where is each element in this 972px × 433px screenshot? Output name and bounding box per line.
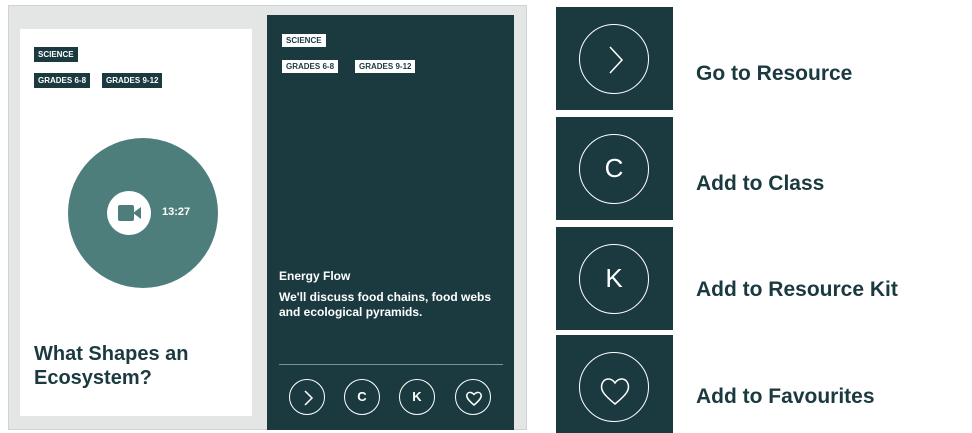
subject-tag: SCIENCE	[34, 47, 78, 62]
legend-class-ring: C	[579, 134, 649, 204]
resource-card-back: SCIENCE GRADES 6-8 GRADES 9-12 Energy Fl…	[267, 15, 514, 430]
chevron-right-icon	[304, 390, 314, 406]
legend-label-go: Go to Resource	[696, 62, 853, 85]
legend-class-tile: C	[556, 117, 673, 220]
legend-label-class: Add to Class	[696, 172, 825, 195]
resource-title: What Shapes an Ecosystem?	[34, 343, 189, 389]
legend-go-tile	[556, 7, 673, 110]
video-duration: 13:27	[162, 206, 191, 218]
grade-tag: GRADES 6-8	[281, 59, 340, 74]
legend-kit-tile: K	[556, 227, 673, 330]
legend-favourite-tile	[556, 335, 673, 433]
chevron-right-icon	[609, 46, 624, 74]
grade-tag: GRADES 6-8	[34, 73, 91, 88]
divider	[279, 364, 503, 365]
legend-label-favourite: Add to Favourites	[696, 385, 875, 408]
add-to-favourites-button[interactable]	[455, 379, 491, 415]
legend-go-ring	[579, 24, 649, 94]
video-camera-icon	[107, 191, 151, 235]
go-to-resource-button[interactable]	[289, 379, 325, 415]
resource-description: We'll discuss food chains, food webs and…	[279, 290, 491, 319]
add-to-kit-button[interactable]: K	[399, 379, 435, 415]
video-thumbnail[interactable]: 13:27	[68, 138, 218, 288]
subject-tag: SCIENCE	[281, 33, 327, 48]
grade-tag: GRADES 9-12	[354, 59, 417, 74]
legend-favourite-ring	[579, 352, 649, 422]
resource-title: Energy Flow	[279, 269, 351, 283]
resource-card-front[interactable]: SCIENCE GRADES 6-8 GRADES 9-12 13:27 Wha…	[20, 29, 252, 416]
legend-label-kit: Add to Resource Kit	[696, 278, 898, 301]
legend-kit-ring: K	[579, 244, 649, 314]
add-to-class-button[interactable]: C	[344, 379, 380, 415]
heart-icon	[466, 391, 482, 406]
grade-tag: GRADES 9-12	[102, 73, 163, 88]
heart-icon	[600, 378, 630, 405]
